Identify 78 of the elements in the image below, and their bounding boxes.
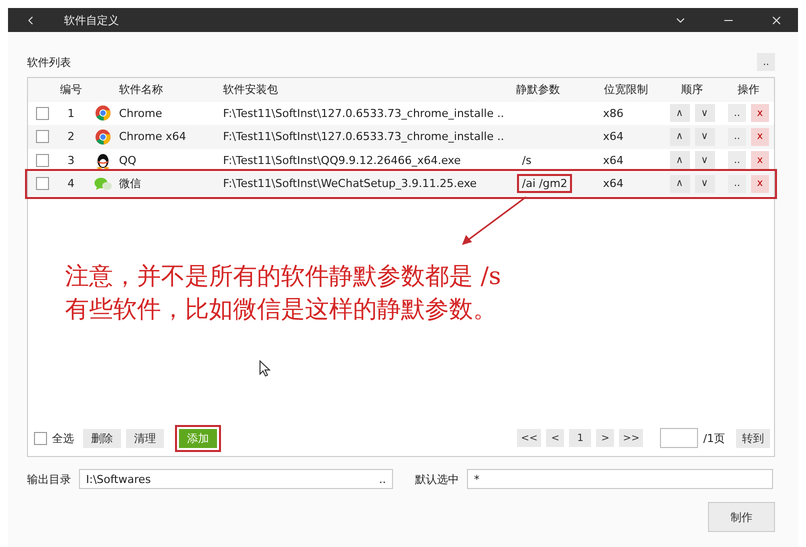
column-header: 位宽限制 [604,82,649,98]
column-header: 静默参数 [516,82,561,98]
row-checkbox[interactable] [36,130,48,144]
move-up-button[interactable]: ∧ [670,104,690,122]
more-button[interactable]: .. [728,174,746,193]
select-all-checkbox[interactable] [34,432,47,444]
column-header: 编号 [59,82,83,98]
table-row[interactable]: 1 Chrome F:\Test11\SoftInst\127.0.6533.73_chrome_installe .. x86 ∧ ∨ .. x [28,102,774,125]
table-cell-text: x64 [602,177,625,190]
table-cell-text: x86 [602,106,625,120]
table-row[interactable]: 3 QQ F:\Test11\SoftInst\QQ9.9.12.26466_x64.exe /s x64 ∧ ∨ .. x [28,148,774,172]
move-down-button[interactable]: ∨ [694,151,714,170]
output-dir-field[interactable]: I:\Softwares .. [79,469,393,489]
table-cell-text: x64 [602,154,625,167]
goto-button[interactable]: 转到 [736,428,770,448]
pager-button[interactable]: << [517,429,542,447]
table-cell-text: 4 [66,177,76,190]
mouse-pointer-icon [259,360,271,376]
table-row[interactable]: 4 微信 F:\Test11\SoftInst\WeChatSetup_3.9.11.25.exe /ai /gm2 x64 ∧ ∨ .. x [28,172,774,196]
column-header: 操作 [736,82,760,98]
pager-button[interactable]: 1 [569,429,592,447]
chat-bubbles-icon [94,176,112,191]
table-cell-text: Chrome [119,106,164,120]
browse-button[interactable]: .. [379,472,386,486]
default-select-field[interactable]: * [467,469,773,489]
table-cell-text: F:\Test11\SoftInst\QQ9.9.12.26466_x64.exe [223,154,462,167]
more-button[interactable]: .. [728,104,746,122]
column-header: 软件名称 [119,82,164,98]
page-total: /1页 [703,430,725,446]
pager-button[interactable]: >> [619,429,644,447]
remove-button[interactable]: x [751,104,769,122]
table-cell-text: 2 [66,130,76,144]
remove-button[interactable]: x [751,151,769,170]
move-up-button[interactable]: ∧ [670,174,690,193]
more-button[interactable]: .. [728,128,746,146]
make-button[interactable]: 制作 [708,502,775,532]
move-up-button[interactable]: ∧ [670,151,690,170]
field-label: 输出目录 [27,472,71,486]
globe-logo-icon [94,128,110,145]
column-header: 顺序 [680,82,704,98]
page-input[interactable] [660,428,698,448]
move-up-button[interactable]: ∧ [670,128,690,146]
table-cell-text: x64 [602,130,625,144]
field-label: 默认选中 [415,472,459,486]
checkbox-label: 全选 [52,430,74,446]
row-checkbox[interactable] [36,154,48,167]
panel-title: 软件列表 [27,54,71,70]
table-cell-text: F:\Test11\SoftInst\127.0.6533.73_chrome_installe .. [223,130,506,144]
table-cell-text: Chrome x64 [119,130,188,144]
move-down-button[interactable]: ∨ [694,128,714,146]
table-cell-text: F:\Test11\SoftInst\WeChatSetup_3.9.11.25.exe [223,177,478,190]
globe-logo-icon [94,105,110,122]
table-row[interactable]: 2 Chrome x64 F:\Test11\SoftInst\127.0.6533.73_chrome_installe .. x64 ∧ ∨ .. x [28,125,774,148]
table-cell-text: 1 [66,106,76,120]
window-title: 软件自定义 [64,12,120,28]
remove-button[interactable]: x [751,128,769,146]
table-cell-text: 微信 [119,176,142,192]
action-button[interactable]: 清理 [126,428,164,448]
row-checkbox[interactable] [36,106,48,120]
penguin-icon [94,152,110,169]
column-header: 软件安装包 [223,82,279,98]
action-button[interactable]: 删除 [83,428,121,448]
move-down-button[interactable]: ∨ [694,174,714,193]
annotation-text: 有些软件，比如微信是这样的静默参数。 [65,294,498,324]
pager-button[interactable]: < [546,429,564,447]
table-cell: /ai /gm2 [519,176,570,192]
pager-button[interactable]: > [596,429,614,447]
table-cell-text: /s [521,152,532,168]
table-cell-text: 3 [66,154,76,167]
menu-button[interactable]: .. [757,53,775,71]
annotation-text: 注意，并不是所有的软件静默参数都是 /s [65,260,502,292]
table-cell-text: F:\Test11\SoftInst\127.0.6533.73_chrome_installe .. [223,106,506,120]
row-checkbox[interactable] [36,177,48,190]
move-down-button[interactable]: ∨ [694,104,714,122]
arrow [460,194,528,246]
table-cell-text: QQ [119,154,138,167]
remove-button[interactable]: x [751,174,769,193]
more-button[interactable]: .. [728,151,746,170]
